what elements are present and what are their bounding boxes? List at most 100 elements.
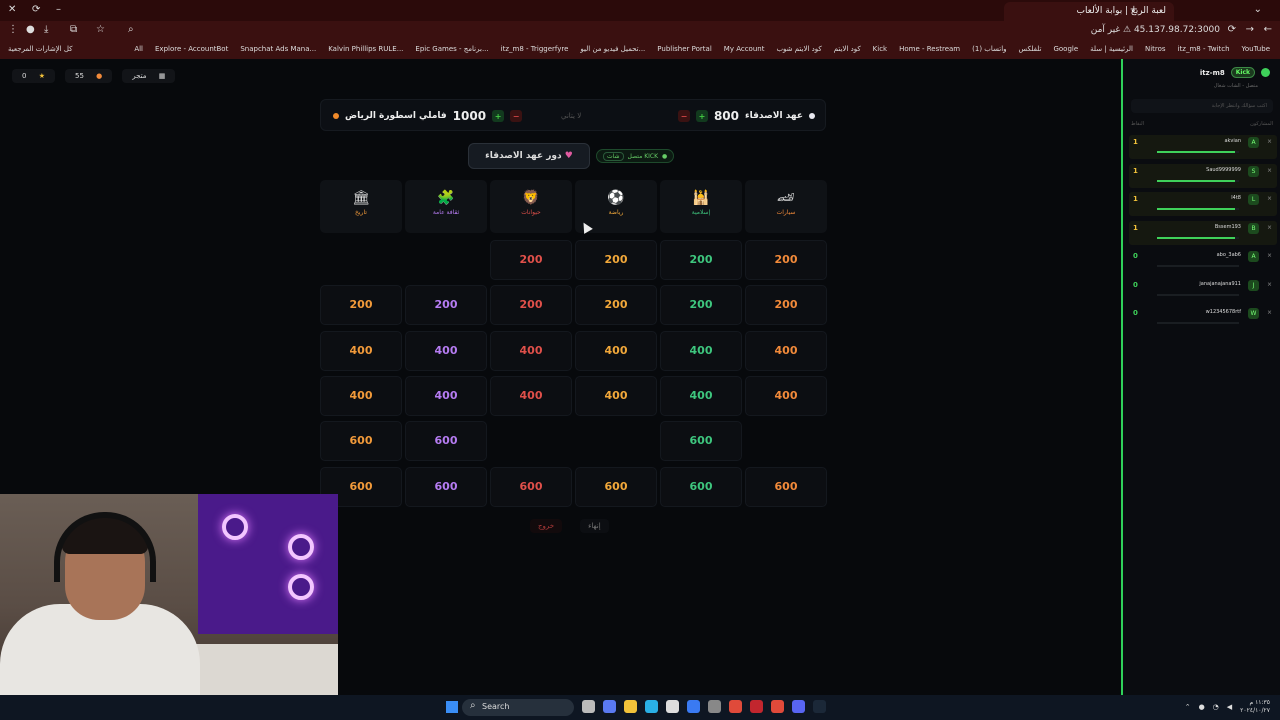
- minimize-icon[interactable]: –: [56, 4, 61, 15]
- browser-tab[interactable]: لعبة الربع | بوابة الألعاب: [1004, 2, 1174, 21]
- widgets-icon[interactable]: [603, 700, 616, 713]
- chrome-profile-icon[interactable]: [771, 700, 784, 713]
- category-tile[interactable]: 🏛 تاريخ: [320, 180, 402, 233]
- remove-player-icon[interactable]: ⨯: [1267, 252, 1272, 259]
- exit-button[interactable]: خروج: [530, 519, 563, 533]
- remove-player-icon[interactable]: ⨯: [1267, 281, 1272, 288]
- category-tile[interactable]: 🦁 حيوانات: [490, 180, 572, 233]
- close-icon[interactable]: ✕: [8, 4, 16, 15]
- bookmark-item[interactable]: Epic Games - برنامج...: [415, 45, 488, 55]
- profile-icon[interactable]: ●: [26, 24, 35, 35]
- bookmark-item[interactable]: Publisher Portal: [657, 45, 711, 55]
- bookmark-item[interactable]: Google: [1053, 45, 1078, 55]
- remove-player-icon[interactable]: ⨯: [1267, 167, 1272, 174]
- question-cell[interactable]: 400: [320, 330, 402, 371]
- new-tab-icon[interactable]: +: [1130, 4, 1138, 15]
- current-turn-button[interactable]: دور عهد الاصدقاء ♥: [468, 143, 590, 169]
- network-icon[interactable]: ◔: [1213, 703, 1219, 711]
- question-cell[interactable]: 400: [405, 375, 487, 416]
- volume-icon[interactable]: ◀: [1227, 703, 1232, 711]
- edge-icon[interactable]: [645, 700, 658, 713]
- question-cell[interactable]: 200: [575, 285, 657, 326]
- remove-player-icon[interactable]: ⨯: [1267, 224, 1272, 231]
- bookmark-item[interactable]: كود الايتم شوب: [776, 45, 821, 55]
- question-cell[interactable]: 200: [660, 285, 742, 326]
- forward-icon[interactable]: →: [1246, 24, 1254, 35]
- bookmark-item[interactable]: كود الايتم: [834, 45, 861, 55]
- bookmark-item[interactable]: itz_m8 - Triggerfyre: [501, 45, 569, 55]
- bookmark-item[interactable]: Kalvin Phillips RULE...: [328, 45, 403, 55]
- question-cell[interactable]: 600: [490, 466, 572, 507]
- extensions-icon[interactable]: ⧉: [70, 24, 77, 35]
- question-cell[interactable]: 400: [575, 330, 657, 371]
- bookmark-item[interactable]: Kick: [873, 45, 887, 55]
- steam-icon[interactable]: [813, 700, 826, 713]
- question-cell[interactable]: 600: [660, 421, 742, 462]
- store-button[interactable]: متجر ▦: [122, 69, 176, 83]
- file-explorer-icon[interactable]: [624, 700, 637, 713]
- back-icon[interactable]: ←: [1264, 24, 1272, 35]
- chrome-icon[interactable]: [729, 700, 742, 713]
- bookmark-item[interactable]: الرئيسية | سلة: [1090, 45, 1133, 55]
- store-app-icon[interactable]: [666, 700, 679, 713]
- question-cell[interactable]: 200: [405, 285, 487, 326]
- question-cell[interactable]: 200: [660, 240, 742, 280]
- question-cell[interactable]: 600: [745, 466, 827, 507]
- category-tile[interactable]: 🕌 إسلامية: [660, 180, 742, 233]
- remove-player-icon[interactable]: ⨯: [1267, 195, 1272, 202]
- question-cell[interactable]: 400: [490, 375, 572, 416]
- question-cell[interactable]: 600: [405, 466, 487, 507]
- menu-dots-icon[interactable]: ⋮: [8, 24, 18, 35]
- team-a-plus-button[interactable]: +: [695, 110, 708, 122]
- question-cell[interactable]: 600: [320, 421, 402, 462]
- question-cell[interactable]: 400: [745, 330, 827, 371]
- remove-player-icon[interactable]: ⨯: [1267, 138, 1272, 145]
- settings-icon[interactable]: [708, 700, 721, 713]
- question-cell[interactable]: 600: [575, 466, 657, 507]
- all-bookmarks-link[interactable]: كل الإشارات المرجعية: [8, 45, 73, 53]
- bookmark-item[interactable]: itz_m8 - Twitch: [1178, 45, 1230, 55]
- question-cell[interactable]: 400: [490, 330, 572, 371]
- team-b-plus-button[interactable]: +: [492, 110, 505, 122]
- question-cell[interactable]: 200: [745, 240, 827, 280]
- player-row[interactable]: 1 akvian A ⨯: [1129, 135, 1277, 159]
- bookmark-item[interactable]: تلفلكس: [1019, 45, 1042, 55]
- question-cell[interactable]: 400: [320, 375, 402, 416]
- team-b-minus-button[interactable]: −: [510, 110, 523, 122]
- bookmark-item[interactable]: Home - Restream: [899, 45, 960, 55]
- bookmark-item[interactable]: YouTube: [1242, 45, 1270, 55]
- windows-start-icon[interactable]: [446, 701, 458, 713]
- question-cell[interactable]: 200: [745, 285, 827, 326]
- outlook-icon[interactable]: [687, 700, 700, 713]
- download-icon[interactable]: ⤓: [44, 24, 48, 35]
- end-game-button[interactable]: إنهاء: [580, 519, 609, 533]
- bookmark-item[interactable]: (1) واتساب: [972, 45, 1006, 55]
- question-cell[interactable]: 600: [405, 421, 487, 462]
- reload-icon[interactable]: ⟳: [32, 4, 40, 15]
- bookmark-item[interactable]: Explore - AccountBot: [155, 45, 228, 55]
- player-row[interactable]: 1 Bssem193 B ⨯: [1129, 220, 1277, 245]
- reload-icon[interactable]: ⟳: [1228, 24, 1236, 35]
- bookmark-item[interactable]: Snapchat Ads Mana...: [240, 45, 316, 55]
- team-a-minus-button[interactable]: −: [677, 110, 690, 122]
- taskbar-search[interactable]: Search: [462, 699, 574, 716]
- search-icon[interactable]: ⌕: [128, 24, 134, 35]
- bookmark-item[interactable]: Nitros: [1145, 45, 1166, 55]
- chevron-down-icon[interactable]: ⌄: [1254, 4, 1262, 15]
- question-cell[interactable]: 400: [745, 375, 827, 416]
- question-cell[interactable]: 600: [660, 466, 742, 507]
- question-cell[interactable]: 200: [575, 240, 657, 280]
- adobe-icon[interactable]: [750, 700, 763, 713]
- player-row[interactable]: 1 l4t8 L ⨯: [1129, 192, 1277, 216]
- question-cell[interactable]: 200: [490, 285, 572, 326]
- question-cell[interactable]: 400: [405, 330, 487, 371]
- bookmark-item[interactable]: All: [134, 45, 143, 55]
- discord-icon[interactable]: [792, 700, 805, 713]
- player-row[interactable]: 0 w12345678rtf W ⨯: [1129, 306, 1277, 330]
- task-view-icon[interactable]: [582, 700, 595, 713]
- question-cell[interactable]: 400: [575, 375, 657, 416]
- question-cell[interactable]: 400: [660, 330, 742, 371]
- url-field[interactable]: 45.137.98.72:3000 ⚠ غير آمن: [1091, 25, 1220, 35]
- bookmark-item[interactable]: My Account: [724, 45, 765, 55]
- player-row[interactable]: 0 janajanajana911 J ⨯: [1129, 278, 1277, 302]
